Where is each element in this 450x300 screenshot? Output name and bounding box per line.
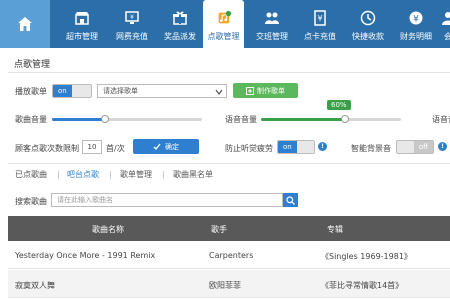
divider (8, 72, 450, 73)
member-icon (440, 10, 450, 26)
divider (8, 163, 450, 164)
table-row[interactable]: 寂寞双人舞 欧阳菲菲 《菲比寻常情歌14首》 (8, 270, 450, 298)
page-title: 点歌管理 (14, 60, 51, 70)
info-icon[interactable]: ! (318, 142, 327, 151)
anti-fatigue-label: 防止听觉疲劳 (225, 144, 273, 153)
home-icon (18, 17, 32, 31)
music-request-icon (216, 10, 232, 26)
nav-label: 点卡充值 (304, 32, 336, 41)
nav-item-song-request[interactable]: 点歌管理 (203, 0, 244, 48)
add-icon (246, 86, 254, 95)
song-name-cell: Yesterday Once More - 1991 Remix (15, 251, 156, 260)
song-name-cell: 寂寞双人舞 (15, 281, 55, 290)
request-limit-label: 顾客点歌次数限制 (15, 144, 79, 153)
gift-icon (172, 10, 188, 26)
handover-icon (264, 10, 280, 26)
album-cell: 《Singles 1969-1981》 (321, 252, 412, 261)
tab-bar-request[interactable]: 吧台点歌 (67, 169, 99, 180)
make-playlist-button[interactable]: 制作歌单 (233, 83, 298, 98)
playlist-label: 播放歌单 (15, 87, 47, 96)
voice-volume-label: 语音音量 (225, 115, 257, 124)
song-volume-slider[interactable] (52, 115, 202, 123)
table-header: 歌曲名称 歌手 专辑 (8, 216, 450, 241)
search-button[interactable] (283, 193, 298, 207)
playlist-select[interactable]: 请选择歌单 (97, 84, 227, 98)
monitor-icon: ¥ (124, 10, 140, 26)
nav-label: 网费充值 (116, 32, 148, 41)
nav-label: 会 (444, 32, 450, 41)
playlist-toggle[interactable]: on (52, 84, 92, 98)
toggle-knob (296, 141, 314, 153)
album-cell: 《菲比寻常情歌14首》 (321, 281, 404, 290)
song-volume-fill (52, 118, 105, 121)
check-icon (153, 143, 161, 150)
column-header-album: 专辑 (327, 225, 343, 234)
top-nav: 超市管理 ¥ 网费充值 奖品派发 点歌管理 交班管理 ¥ 点卡充值 快捷收款 ¥… (0, 0, 450, 48)
svg-text:¥: ¥ (413, 15, 419, 25)
artist-cell: 欧阳菲菲 (209, 281, 241, 290)
voice-volume-handle[interactable] (341, 115, 349, 123)
info-icon[interactable]: ! (438, 142, 447, 151)
tab-separator (58, 171, 59, 179)
toggle-on-label: on (53, 85, 72, 97)
request-limit-unit: 首/次 (106, 144, 125, 153)
request-limit-input[interactable]: 10 (82, 140, 102, 154)
anti-fatigue-toggle[interactable]: on (277, 140, 315, 154)
voice-volume-percent: 60% (327, 100, 351, 110)
nav-item-member[interactable]: 会 (440, 0, 450, 48)
toggle-on-label: on (278, 141, 297, 153)
nav-item-finance[interactable]: ¥ 财务明细 (394, 0, 438, 48)
toggle-off-label: off (413, 141, 433, 153)
table-row[interactable]: Yesterday Once More - 1991 Remix Carpent… (8, 241, 450, 269)
song-volume-label: 歌曲音量 (15, 115, 47, 124)
nav-item-shift[interactable]: 交班管理 (250, 0, 294, 48)
nav-item-net-recharge[interactable]: ¥ 网费充值 (110, 0, 154, 48)
nav-item-prize[interactable]: 奖品派发 (158, 0, 202, 48)
column-header-artist: 歌手 (211, 225, 227, 234)
quick-pay-icon (360, 10, 376, 26)
nav-label: 交班管理 (256, 32, 288, 41)
nav-item-quick-pay[interactable]: 快捷收款 (346, 0, 390, 48)
search-input[interactable]: 请在此输入歌曲名 (51, 193, 283, 207)
confirm-label: 确定 (165, 142, 179, 151)
playlist-select-value: 请选择歌单 (103, 87, 138, 95)
chevron-down-icon (215, 89, 223, 95)
nav-label: 超市管理 (66, 32, 98, 41)
tab-playlist-manage[interactable]: 歌单管理 (120, 169, 152, 180)
tab-separator (110, 171, 111, 179)
nav-item-supermarket[interactable]: 超市管理 (60, 0, 104, 48)
voice-volume-slider[interactable] (261, 115, 401, 123)
voice-volume-fill (261, 118, 345, 121)
smart-bg-toggle[interactable]: off (396, 140, 434, 154)
tab-song-blacklist[interactable]: 歌曲黑名单 (173, 169, 213, 180)
tab-requested-songs[interactable]: 已点歌曲 (15, 169, 47, 180)
make-playlist-label: 制作歌单 (257, 86, 285, 95)
smart-bg-label: 智能背景音 (351, 144, 391, 153)
nav-label: 快捷收款 (352, 32, 384, 41)
song-volume-handle[interactable] (100, 115, 109, 123)
svg-text:¥: ¥ (317, 14, 322, 23)
nav-label: 财务明细 (400, 32, 432, 41)
toggle-knob (397, 141, 414, 153)
finance-icon: ¥ (408, 10, 424, 26)
active-tab-caret (219, 44, 227, 48)
nav-label: 奖品派发 (164, 32, 196, 41)
search-label: 搜索歌曲 (15, 197, 47, 206)
home-button[interactable] (0, 0, 50, 48)
search-placeholder: 请在此输入歌曲名 (57, 196, 113, 204)
toggle-knob (71, 85, 91, 97)
tab-separator (163, 171, 164, 179)
artist-cell: Carpenters (209, 251, 254, 260)
nav-label: 点歌管理 (207, 32, 240, 41)
svg-text:¥: ¥ (130, 14, 134, 21)
card-recharge-icon: ¥ (312, 10, 328, 26)
nav-item-card-recharge[interactable]: ¥ 点卡充值 (298, 0, 342, 48)
store-icon (74, 10, 90, 26)
confirm-button[interactable]: 确定 (133, 139, 199, 154)
voice-volume-label-2: 语音音 (432, 115, 450, 124)
column-header-song: 歌曲名称 (92, 225, 124, 234)
search-icon (286, 195, 295, 205)
